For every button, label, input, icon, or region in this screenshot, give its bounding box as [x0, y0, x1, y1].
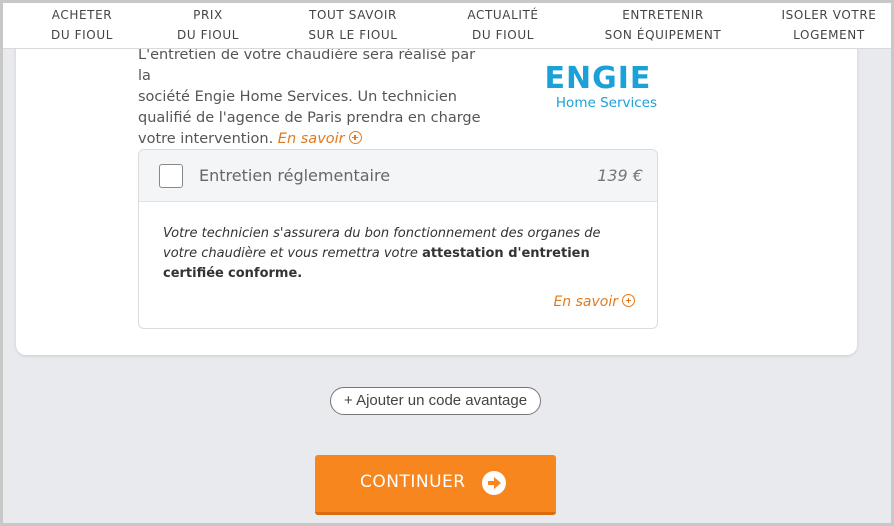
logo-wordmark: ENGIE [544, 61, 652, 96]
nav-item-line2: DU FIOUL [472, 28, 534, 42]
nav-item-entretenir[interactable]: ENTRETENIR SON ÉQUIPEMENT [593, 5, 733, 45]
nav-item-tout-savoir[interactable]: TOUT SAVOIR SUR LE FIOUL [293, 5, 413, 45]
nav-item-line1: ACHETER [51, 8, 113, 22]
nav-item-line2: SON ÉQUIPEMENT [604, 28, 722, 42]
option-title: Entretien réglementaire [199, 166, 391, 185]
intro-line: L'entretien de votre chaudière sera réal… [138, 47, 476, 84]
maintenance-card: L'entretien de votre chaudière sera réal… [16, 23, 857, 355]
top-navigation: ACHETER DU FIOUL PRIX DU FIOUL TOUT SAVO… [3, 3, 891, 49]
nav-item-line1: TOUT SAVOIR [309, 8, 397, 22]
intro-line: votre intervention. En savoir [138, 129, 488, 150]
nav-item-line2: SUR LE FIOUL [308, 28, 398, 42]
intro-line-text: votre intervention. [138, 131, 274, 147]
nav-item-line1: ACTUALITÉ [467, 8, 539, 22]
intro-line: qualifié de l'agence de Paris prendra en… [138, 110, 481, 126]
nav-item-line2: DU FIOUL [177, 28, 239, 42]
nav-item-line2: DU FIOUL [51, 28, 113, 42]
continue-label: CONTINUER [360, 472, 466, 492]
nav-item-actualite[interactable]: ACTUALITÉ DU FIOUL [453, 5, 553, 45]
intro-line: société Engie Home Services. Un technici… [138, 89, 457, 105]
nav-item-isoler[interactable]: ISOLER VOTRE LOGEMENT [773, 5, 885, 45]
page-frame: ACHETER DU FIOUL PRIX DU FIOUL TOUT SAVO… [0, 0, 894, 526]
option-header[interactable]: Entretien réglementaire 139 € [139, 150, 657, 202]
option-checkbox[interactable] [159, 164, 183, 188]
option-description: Votre technicien s'assurera du bon fonct… [163, 224, 633, 284]
nav-item-prix-du-fioul[interactable]: PRIX DU FIOUL [163, 5, 253, 45]
option-more-link[interactable]: En savoir [553, 294, 635, 310]
description-bold: conforme. [228, 266, 303, 281]
intro-more-link[interactable]: En savoir [278, 131, 362, 147]
more-link-label: En savoir [277, 131, 345, 147]
arrow-right-circle-icon [482, 471, 506, 495]
logo-subtitle: Home Services [555, 95, 657, 111]
nav-item-acheter-du-fioul[interactable]: ACHETER DU FIOUL [37, 5, 127, 45]
description-text: chaudière et vous remettra votre [201, 246, 418, 261]
nav-item-line1: ENTRETENIR [622, 8, 704, 22]
continue-button[interactable]: CONTINUER [315, 455, 556, 515]
nav-item-line1: ISOLER VOTRE [781, 8, 877, 22]
more-link-label: En savoir [553, 294, 618, 310]
engie-logo: ENGIE Home Services [533, 63, 663, 119]
option-price: 139 € [597, 166, 643, 185]
nav-item-line1: PRIX [193, 8, 223, 22]
intro-text: L'entretien de votre chaudière sera réal… [138, 45, 488, 150]
promo-label: + Ajouter un code avantage [343, 392, 528, 409]
add-promo-code-button[interactable]: + Ajouter un code avantage [330, 387, 541, 415]
nav-item-line2: LOGEMENT [793, 28, 865, 42]
plus-circle-icon [622, 294, 635, 307]
plus-circle-icon [348, 131, 362, 144]
option-entretien-reglementaire: Entretien réglementaire 139 € Votre tech… [138, 149, 658, 329]
